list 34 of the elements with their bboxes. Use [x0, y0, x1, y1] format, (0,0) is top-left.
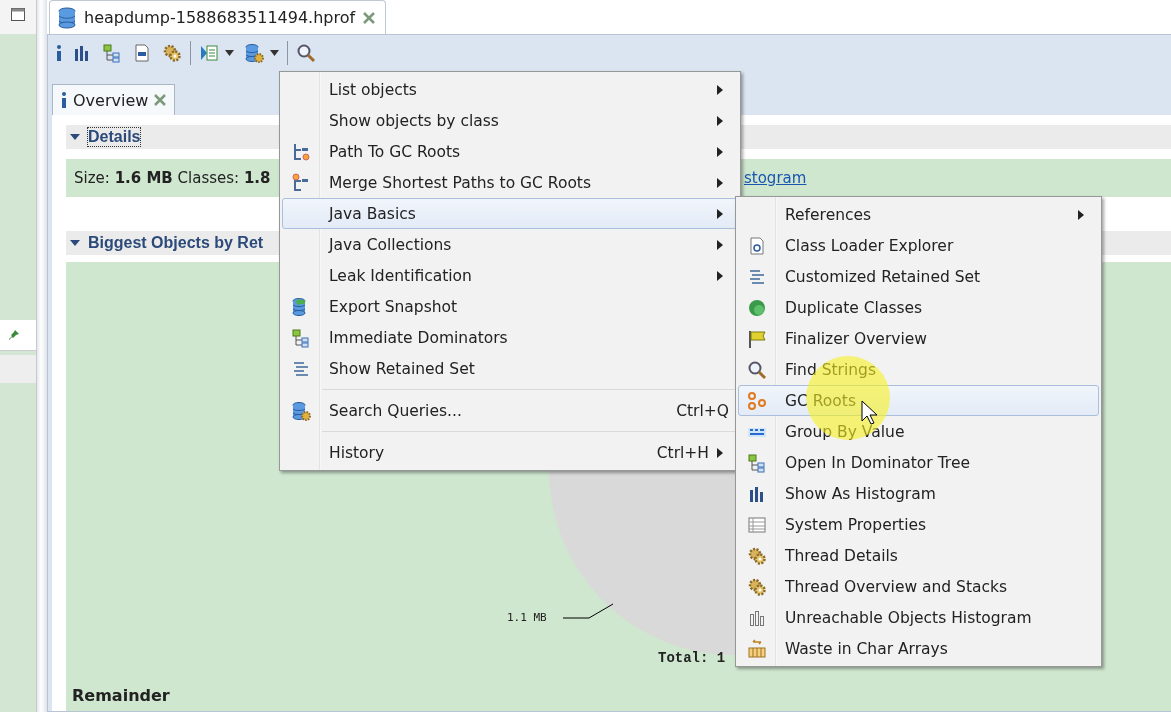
menu-item-label: History [329, 443, 386, 462]
tab-title: Overview [73, 90, 149, 110]
menu-item-label: Thread Details [785, 546, 899, 565]
menu-item-label: Show Retained Set [329, 359, 476, 378]
slice-label: 1.1 MB [507, 611, 547, 624]
total-label: Total: 1 [658, 650, 726, 666]
menu-item-label: Search Queries... [329, 401, 463, 420]
tab-title: heapdump-1588683511494.hprof [84, 8, 356, 27]
menu-item-label: Java Collections [329, 235, 453, 254]
shortcut-label: Ctrl+Q [676, 401, 729, 420]
section-title: Biggest Objects by Ret [88, 234, 264, 252]
menu-item-label: Java Basics [329, 204, 417, 223]
shortcut-label: Ctrl+H [656, 443, 709, 462]
menu-item-label: Export Snapshot [329, 297, 459, 316]
menu-item-label: Find Strings [785, 360, 878, 379]
menu-item-label: References [785, 205, 873, 224]
menu-item-label: Waste in Char Arrays [785, 639, 949, 658]
menu-item-label: List objects [329, 80, 418, 99]
menu-item-label: Leak Identification [329, 266, 473, 285]
section-title: Details [88, 128, 141, 146]
menu-item-label: Customized Retained Set [785, 267, 982, 286]
menu-item-label: Show As Histogram [785, 484, 937, 503]
menu-item-label: Duplicate Classes [785, 298, 924, 317]
details-text: Size: 1.6 MB Classes: 1.8 [74, 169, 271, 187]
menu-item-label: System Properties [785, 515, 928, 534]
menu-item-label: Open In Dominator Tree [785, 453, 971, 472]
legend-label: Remainder [72, 686, 170, 705]
menu-item-label: GC Roots [785, 391, 857, 410]
menu-item-label: Immediate Dominators [329, 328, 509, 347]
menu-item-label: Merge Shortest Paths to GC Roots [329, 173, 593, 192]
menu-item-label: Thread Overview and Stacks [785, 577, 1009, 596]
menu-item-label: Class Loader Explorer [785, 236, 955, 255]
menu-item-label: Unreachable Objects Histogram [785, 608, 1033, 627]
menu-item-label: Finalizer Overview [785, 329, 928, 348]
